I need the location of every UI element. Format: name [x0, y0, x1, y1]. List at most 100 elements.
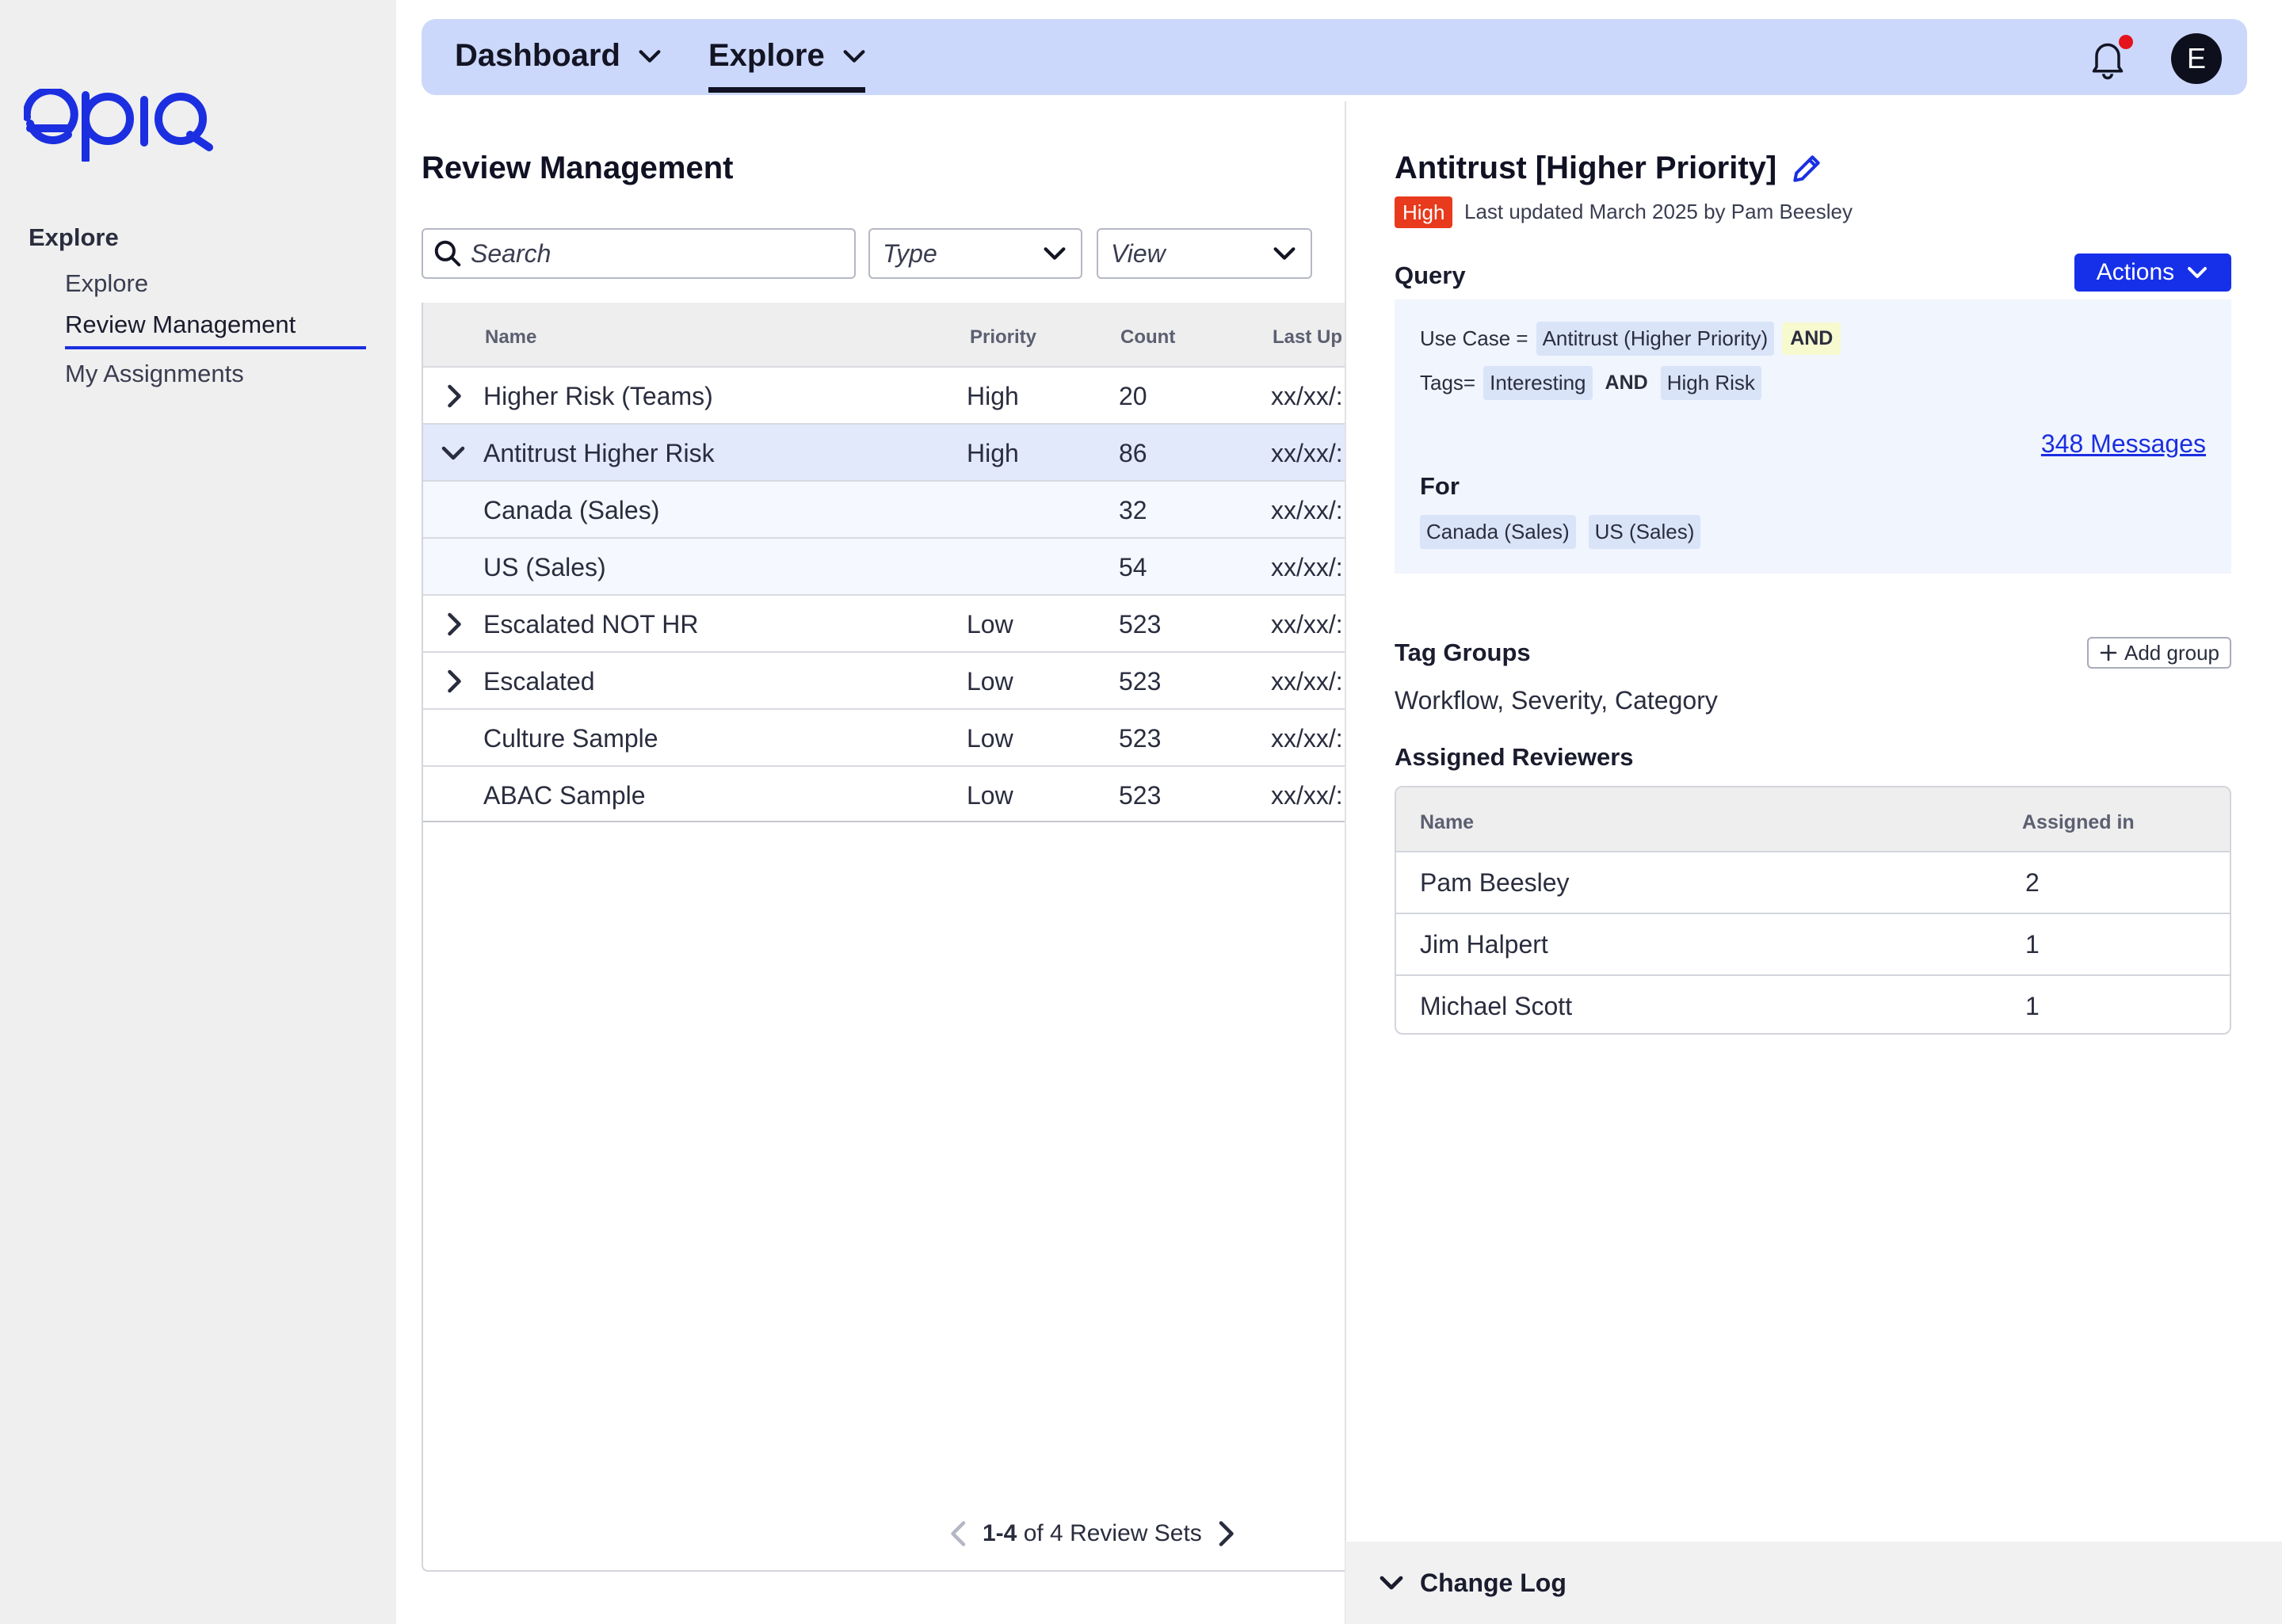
row-count: 523 — [1119, 781, 1162, 810]
row-name: Escalated NOT HR — [483, 610, 699, 639]
chevron-down-icon — [1044, 247, 1066, 260]
chevron-right-icon[interactable] — [1213, 1519, 1238, 1548]
reviewer-name: Michael Scott — [1420, 992, 1573, 1020]
view-filter-dropdown[interactable]: View — [1097, 228, 1312, 279]
user-avatar[interactable]: E — [2171, 33, 2222, 84]
chevron-right-icon[interactable] — [439, 667, 467, 696]
review-sets-table: Name Priority Count Last Up Higher Risk … — [422, 303, 1345, 1572]
chevron-left-icon[interactable] — [946, 1519, 971, 1548]
last-updated-text: Last updated March 2025 by Pam Beesley — [1464, 200, 1853, 223]
for-chip[interactable]: Canada (Sales) — [1420, 515, 1576, 549]
column-header-assigned-in[interactable]: Assigned in — [2022, 811, 2135, 834]
sidebar-item-my-assignments[interactable]: My Assignments — [65, 360, 244, 388]
query-value-chip[interactable]: Interesting — [1483, 366, 1593, 400]
row-last-updated: xx/xx/: — [1271, 667, 1343, 696]
table-row-selected[interactable]: Antitrust Higher Risk High 86 xx/xx/: — [423, 423, 1345, 480]
sidebar-item-review-management[interactable]: Review Management — [65, 311, 296, 339]
table-row[interactable]: Culture Sample Low 523 xx/xx/: — [423, 708, 1345, 765]
reviewers-table-header: Name Assigned in — [1396, 787, 2230, 851]
table-divider — [423, 821, 1345, 822]
column-header-name[interactable]: Name — [1420, 811, 1474, 834]
tab-dashboard[interactable]: Dashboard — [455, 38, 663, 74]
row-priority: Low — [967, 667, 1013, 696]
row-last-updated: xx/xx/: — [1271, 724, 1343, 753]
table-row-child[interactable]: US (Sales) 54 xx/xx/: — [423, 537, 1345, 594]
reviewer-row[interactable]: Jim Halpert 1 — [1396, 913, 2230, 974]
tag-groups-heading: Tag Groups — [1395, 639, 1531, 666]
sidebar: Explore Explore Review Management My Ass… — [0, 0, 396, 1624]
table-row[interactable]: ABAC Sample Low 523 xx/xx/: — [423, 765, 1345, 822]
row-count: 86 — [1119, 439, 1147, 467]
column-header-count[interactable]: Count — [1120, 326, 1175, 349]
row-name: Higher Risk (Teams) — [483, 382, 713, 410]
query-value-chip[interactable]: High Risk — [1660, 366, 1761, 400]
table-row[interactable]: Escalated Low 523 xx/xx/: — [423, 651, 1345, 708]
reviewer-row[interactable]: Michael Scott 1 — [1396, 974, 2230, 1033]
row-count: 54 — [1119, 553, 1147, 581]
search-icon — [434, 240, 461, 267]
column-header-priority[interactable]: Priority — [970, 326, 1036, 349]
reviewer-name: Pam Beesley — [1420, 868, 1570, 897]
table-row[interactable]: Higher Risk (Teams) High 20 xx/xx/: — [423, 366, 1345, 423]
column-header-name[interactable]: Name — [485, 326, 536, 349]
query-operator: AND — [1605, 372, 1648, 394]
query-field-label: Use Case = — [1420, 326, 1528, 350]
row-priority: Low — [967, 610, 1013, 639]
messages-link[interactable]: 348 Messages — [2041, 429, 2206, 459]
row-priority: High — [967, 382, 1019, 410]
change-log-toggle[interactable]: Change Log — [1345, 1542, 2282, 1624]
pagination-text: 1-4 of 4 Review Sets — [983, 1520, 1202, 1547]
table-row[interactable]: Escalated NOT HR Low 523 xx/xx/: — [423, 594, 1345, 651]
for-chip[interactable]: US (Sales) — [1588, 515, 1701, 549]
column-header-last-updated[interactable]: Last Up — [1273, 326, 1342, 349]
active-tab-indicator — [708, 87, 865, 93]
panel-divider — [1345, 101, 1346, 1624]
sidebar-item-explore[interactable]: Explore — [65, 269, 148, 298]
pagination-total: of 4 Review Sets — [1023, 1520, 1202, 1546]
chevron-right-icon[interactable] — [439, 610, 467, 639]
for-chips: Canada (Sales) US (Sales) — [1420, 515, 1701, 549]
pagination-range: 1-4 — [983, 1520, 1017, 1546]
sidebar-active-indicator — [65, 346, 366, 349]
chevron-down-icon[interactable] — [439, 439, 467, 467]
add-group-label: Add group — [2124, 640, 2219, 665]
row-name: Canada (Sales) — [483, 496, 660, 524]
row-priority: High — [967, 439, 1019, 467]
row-name: ABAC Sample — [483, 781, 646, 810]
row-name: Antitrust Higher Risk — [483, 439, 715, 467]
row-count: 20 — [1119, 382, 1147, 410]
page-title: Review Management — [422, 151, 734, 185]
tab-explore[interactable]: Explore — [708, 38, 868, 74]
reviewer-row[interactable]: Pam Beesley 2 — [1396, 851, 2230, 913]
add-group-button[interactable]: Add group — [2087, 637, 2231, 669]
search-input[interactable]: Search — [422, 228, 856, 279]
chevron-down-icon — [2188, 267, 2208, 278]
type-filter-dropdown[interactable]: Type — [868, 228, 1082, 279]
tag-groups-value: Workflow, Severity, Category — [1395, 686, 1718, 715]
pencil-edit-icon[interactable] — [1789, 151, 1824, 186]
actions-button-label: Actions — [2096, 259, 2175, 285]
search-placeholder: Search — [471, 238, 551, 268]
reviewer-assigned-count: 1 — [2025, 930, 2040, 959]
detail-title-text: Antitrust [Higher Priority] — [1395, 151, 1777, 185]
sidebar-section-title: Explore — [29, 223, 119, 251]
row-last-updated: xx/xx/: — [1271, 610, 1343, 639]
epiq-logo[interactable] — [24, 89, 217, 162]
query-value-chip[interactable]: Antitrust (Higher Priority) — [1536, 322, 1775, 356]
tab-explore-label: Explore — [708, 38, 825, 73]
query-field-label: Tags= — [1420, 371, 1476, 395]
chevron-right-icon[interactable] — [439, 382, 467, 410]
row-count: 523 — [1119, 667, 1162, 696]
chevron-down-icon — [639, 49, 661, 63]
table-row-child[interactable]: Canada (Sales) 32 xx/xx/: — [423, 480, 1345, 537]
reviewer-assigned-count: 1 — [2025, 992, 2040, 1020]
priority-badge: High — [1395, 196, 1453, 228]
row-last-updated: xx/xx/: — [1271, 382, 1343, 410]
view-filter-label: View — [1111, 238, 1166, 268]
query-operator: AND — [1782, 322, 1841, 355]
assigned-reviewers-heading: Assigned Reviewers — [1395, 743, 1634, 771]
row-count: 523 — [1119, 610, 1162, 639]
actions-button[interactable]: Actions — [2074, 254, 2231, 292]
row-priority: Low — [967, 781, 1013, 810]
row-last-updated: xx/xx/: — [1271, 781, 1343, 810]
